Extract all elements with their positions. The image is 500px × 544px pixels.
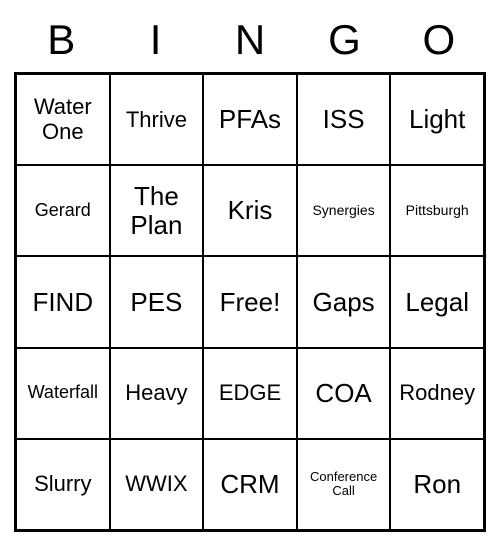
bingo-cell[interactable]: Kris xyxy=(203,165,297,256)
bingo-cell[interactable]: Legal xyxy=(390,256,484,347)
bingo-cell[interactable]: PES xyxy=(110,256,204,347)
bingo-cell[interactable]: COA xyxy=(297,348,391,439)
bingo-cell[interactable]: Synergies xyxy=(297,165,391,256)
bingo-cell[interactable]: Ron xyxy=(390,439,484,530)
bingo-cell[interactable]: FIND xyxy=(16,256,110,347)
header-g: G xyxy=(297,10,391,70)
bingo-header: B I N G O xyxy=(14,10,486,70)
bingo-cell[interactable]: Gerard xyxy=(16,165,110,256)
bingo-cell[interactable]: Heavy xyxy=(110,348,204,439)
bingo-cell[interactable]: WWIX xyxy=(110,439,204,530)
bingo-cell-free[interactable]: Free! xyxy=(203,256,297,347)
bingo-cell[interactable]: EDGE xyxy=(203,348,297,439)
bingo-cell[interactable]: PFAs xyxy=(203,74,297,165)
bingo-grid: Water One Thrive PFAs ISS Light Gerard T… xyxy=(14,72,486,532)
bingo-cell[interactable]: CRM xyxy=(203,439,297,530)
header-i: I xyxy=(108,10,202,70)
bingo-cell[interactable]: Gaps xyxy=(297,256,391,347)
bingo-cell[interactable]: The Plan xyxy=(110,165,204,256)
bingo-cell[interactable]: Waterfall xyxy=(16,348,110,439)
bingo-cell[interactable]: Pittsburgh xyxy=(390,165,484,256)
header-n: N xyxy=(203,10,297,70)
bingo-cell[interactable]: Slurry xyxy=(16,439,110,530)
bingo-cell[interactable]: Thrive xyxy=(110,74,204,165)
bingo-cell[interactable]: Light xyxy=(390,74,484,165)
header-b: B xyxy=(14,10,108,70)
header-o: O xyxy=(392,10,486,70)
bingo-cell[interactable]: ISS xyxy=(297,74,391,165)
bingo-cell[interactable]: Conference Call xyxy=(297,439,391,530)
bingo-cell[interactable]: Rodney xyxy=(390,348,484,439)
bingo-cell[interactable]: Water One xyxy=(16,74,110,165)
